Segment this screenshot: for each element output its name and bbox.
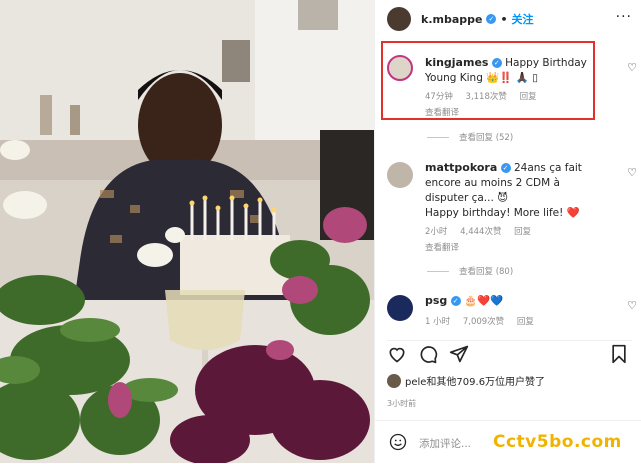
comment-text-line2: Happy birthday! More life! ❤️ (425, 207, 580, 219)
comment-likes[interactable]: 7,009次赞 (463, 317, 504, 327)
comment-icon[interactable] (418, 344, 438, 364)
verified-icon: ✓ (486, 14, 497, 24)
verified-icon: ✓ (500, 163, 511, 173)
commenter-avatar[interactable] (387, 162, 413, 188)
view-replies[interactable]: 查看回复 (52) (427, 131, 513, 143)
comment-likes[interactable]: 4,444次赞 (460, 227, 501, 237)
commenter-username[interactable]: psg (425, 294, 447, 307)
comment-likes[interactable]: 3,118次赞 (466, 92, 507, 102)
emoji-icon[interactable] (389, 433, 407, 451)
comment-meta: 1 小时 7,009次赞 回复 (425, 315, 605, 330)
liker-avatar (387, 373, 401, 388)
comment-time: 47分钟 (425, 92, 453, 102)
reply-button[interactable]: 回复 (517, 317, 534, 327)
post-time: 3小时前 (387, 399, 417, 408)
view-replies-label[interactable]: 查看回复 (80) (459, 265, 513, 277)
comment-body: mattpokora ✓ 24ans ça fait encore au moi… (425, 160, 605, 256)
view-replies-label[interactable]: 查看回复 (52) (459, 131, 513, 143)
comment-time: 2小时 (425, 227, 448, 237)
comment-body: kingjames ✓ Happy Birthday Young King 👑‼… (425, 55, 605, 121)
translate-link[interactable]: 查看翻译 (425, 106, 605, 121)
birthday-photo (0, 0, 374, 463)
replies-divider (427, 270, 449, 272)
commenter-username[interactable]: mattpokora (425, 161, 497, 174)
heart-icon[interactable]: ♡ (627, 299, 637, 312)
heart-icon[interactable] (387, 344, 407, 364)
comment-meta: 47分钟 3,118次赞 回复 (425, 90, 605, 105)
comments-panel: k.mbappe ✓ • 关注 ··· kingjames ✓ Happy Bi… (374, 0, 641, 463)
bookmark-icon[interactable] (609, 344, 629, 364)
add-comment-input[interactable]: 添加评论... (419, 436, 471, 451)
commenter-avatar[interactable] (387, 55, 413, 81)
more-icon[interactable]: ··· (616, 9, 632, 25)
verified-icon: ✓ (450, 296, 461, 306)
verified-icon: ✓ (491, 58, 502, 68)
follow-dot: • (500, 12, 508, 26)
view-replies[interactable]: 查看回复 (80) (427, 265, 513, 277)
reply-button[interactable]: 回复 (520, 92, 537, 102)
comment-text: 🎂❤️💙 (463, 295, 504, 307)
translate-link[interactable]: 查看翻译 (425, 241, 605, 256)
watermark: Cctv5bo.com (493, 432, 622, 452)
comment-meta: 2小时 4,444次赞 回复 (425, 225, 605, 240)
commenter-username[interactable]: kingjames (425, 56, 488, 69)
likes-summary-text[interactable]: pele和其他709.6万位用户赞了 (405, 373, 545, 388)
reply-button[interactable]: 回复 (514, 227, 531, 237)
replies-divider (427, 136, 449, 138)
comment-time: 1 小时 (425, 317, 451, 327)
author-avatar[interactable] (387, 7, 411, 31)
comment-body: psg ✓ 🎂❤️💙 1 小时 7,009次赞 回复 (425, 293, 605, 330)
commenter-avatar[interactable] (387, 295, 413, 321)
action-bar (387, 340, 632, 365)
heart-icon[interactable]: ♡ (627, 166, 637, 179)
heart-icon[interactable]: ♡ (627, 61, 637, 74)
post-header: k.mbappe ✓ • 关注 ··· (375, 0, 641, 38)
share-icon[interactable] (449, 344, 469, 364)
follow-button[interactable]: 关注 (512, 11, 534, 27)
post-photo (0, 0, 374, 463)
author-username[interactable]: k.mbappe (421, 13, 482, 26)
likes-summary[interactable]: pele和其他709.6万位用户赞了 (387, 373, 545, 388)
